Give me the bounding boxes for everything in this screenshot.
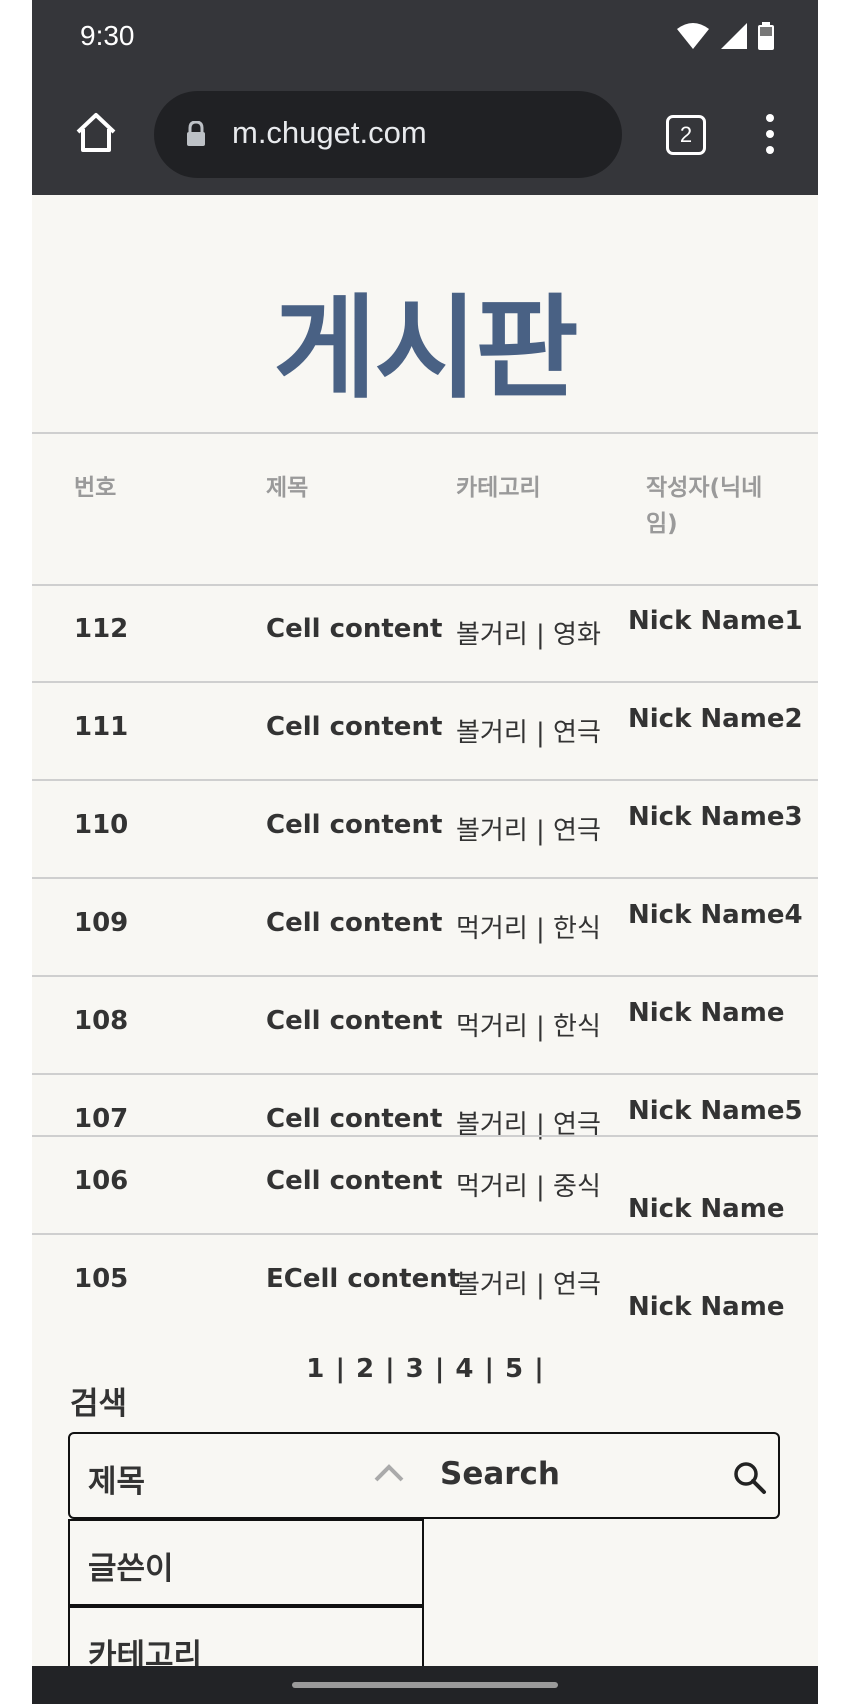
lock-icon: [187, 121, 205, 146]
search-field-select[interactable]: 제목: [68, 1432, 424, 1519]
row-divider: [32, 975, 818, 977]
row-number: 107: [74, 1104, 129, 1134]
address-bar[interactable]: m.chuget.com: [154, 91, 622, 178]
row-divider: [32, 681, 818, 683]
row-number: 108: [74, 1006, 129, 1036]
search-input[interactable]: Search: [422, 1432, 780, 1519]
row-title[interactable]: Cell content: [266, 1006, 442, 1036]
row-number: 105: [74, 1264, 129, 1294]
row-divider: [32, 584, 818, 586]
table-top-border: [32, 432, 818, 434]
row-author: Nick Name4: [628, 900, 803, 930]
row-author: Nick Name2: [628, 704, 803, 734]
row-author: Nick Name: [628, 998, 785, 1028]
pagination[interactable]: 1 | 2 | 3 | 4 | 5 |: [32, 1354, 818, 1384]
row-category: 볼거리 | 연극: [456, 718, 601, 748]
status-time: 9:30: [80, 20, 135, 51]
battery-icon: [758, 22, 774, 50]
phone-screen: 9:30 m.chuget.com 2 게시판 번호 제목 카테고리 작성자(닉…: [32, 0, 818, 1704]
row-author: Nick Name: [628, 1194, 785, 1224]
row-divider: [32, 1135, 818, 1137]
row-category: 먹거리 | 한식: [456, 1012, 601, 1042]
row-author: Nick Name5: [628, 1096, 803, 1126]
header-author: 작성자(닉네임): [646, 475, 763, 537]
search-label: 검색: [70, 1386, 128, 1422]
row-title[interactable]: Cell content: [266, 1104, 442, 1134]
row-category: 볼거리 | 영화: [456, 620, 601, 650]
header-number: 번호: [74, 475, 117, 501]
url-text: m.chuget.com: [232, 115, 427, 150]
row-category: 볼거리 | 연극: [456, 1270, 601, 1300]
row-author: Nick Name: [628, 1292, 785, 1322]
row-author: Nick Name3: [628, 802, 803, 832]
row-title[interactable]: ECell content: [266, 1264, 460, 1294]
row-number: 112: [74, 614, 129, 644]
chevron-up-icon: [374, 1464, 404, 1482]
status-icons: [676, 22, 774, 50]
search-icon[interactable]: [732, 1460, 768, 1496]
row-title[interactable]: Cell content: [266, 614, 442, 644]
row-category: 먹거리 | 중식: [456, 1172, 601, 1202]
row-category: 볼거리 | 연극: [456, 816, 601, 846]
page-title: 게시판: [273, 284, 578, 414]
dropdown-option[interactable]: 글쓴이: [68, 1519, 424, 1606]
row-number: 106: [74, 1166, 129, 1196]
row-number: 110: [74, 810, 129, 840]
row-title[interactable]: Cell content: [266, 1166, 442, 1196]
dropdown-option-label: 글쓴이: [88, 1551, 174, 1587]
row-number: 109: [74, 908, 129, 938]
row-divider: [32, 779, 818, 781]
tab-switcher-button[interactable]: 2: [666, 115, 706, 155]
row-title[interactable]: Cell content: [266, 712, 442, 742]
more-menu-icon[interactable]: [766, 114, 774, 162]
row-divider: [32, 877, 818, 879]
row-category: 먹거리 | 한식: [456, 914, 601, 944]
row-author: Nick Name1: [628, 606, 803, 636]
home-icon[interactable]: [74, 112, 118, 154]
browser-chrome: 9:30 m.chuget.com 2: [32, 0, 818, 195]
gesture-handle[interactable]: [292, 1682, 558, 1688]
row-title[interactable]: Cell content: [266, 908, 442, 938]
header-category: 카테고리: [456, 475, 541, 501]
signal-icon: [721, 23, 747, 49]
header-title: 제목: [266, 475, 309, 501]
row-number: 111: [74, 712, 129, 742]
wifi-icon: [677, 23, 709, 49]
system-nav-bar: [32, 1666, 818, 1704]
row-divider: [32, 1073, 818, 1075]
row-divider: [32, 1233, 818, 1235]
search-placeholder: Search: [440, 1456, 561, 1492]
row-title[interactable]: Cell content: [266, 810, 442, 840]
select-value: 제목: [88, 1464, 146, 1500]
